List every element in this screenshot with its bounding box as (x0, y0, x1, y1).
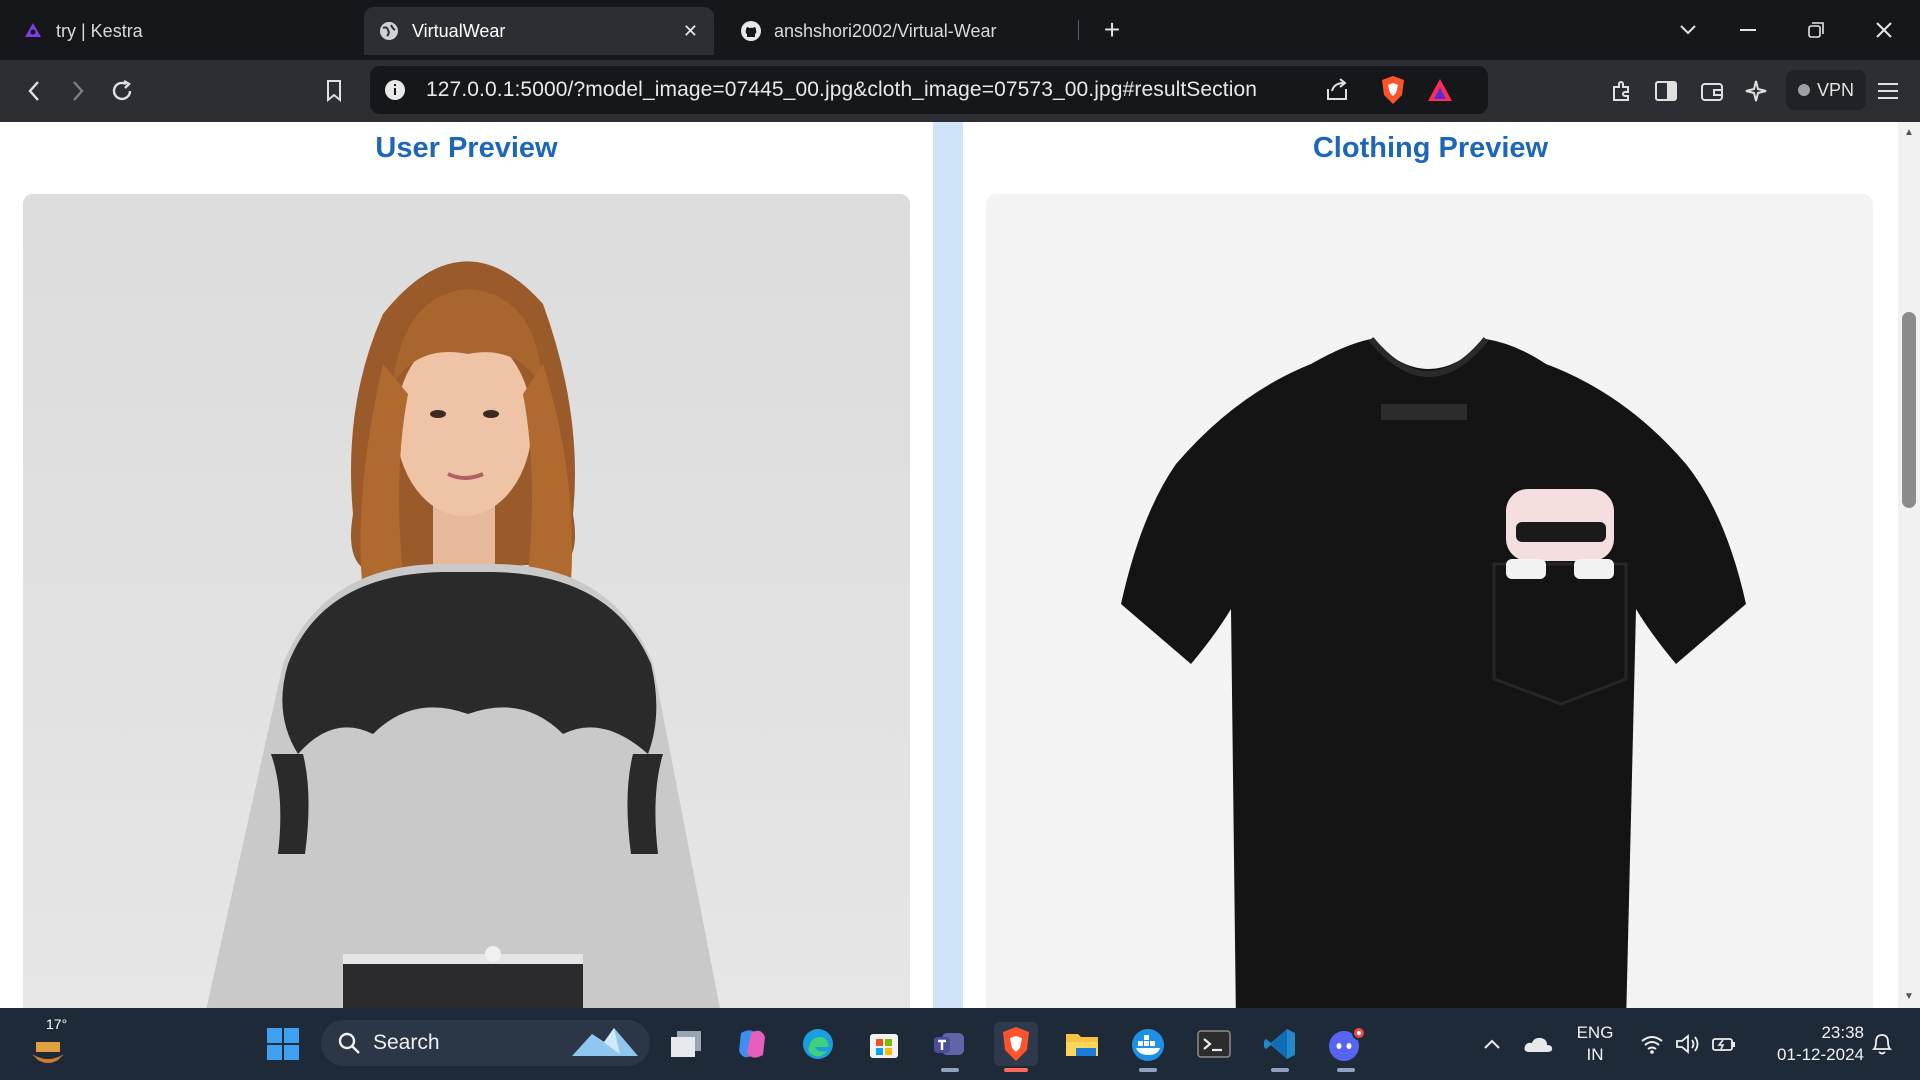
url-text[interactable]: 127.0.0.1:5000/?model_image=07445_00.jpg… (426, 66, 1257, 114)
user-model-image (23, 194, 910, 1008)
language-code: ENG (1576, 1023, 1614, 1042)
column-divider (933, 122, 963, 1008)
new-tab-button[interactable]: + (1094, 12, 1130, 48)
back-icon[interactable] (16, 73, 52, 109)
clock-time: 23:38 (1821, 1023, 1864, 1042)
site-info-icon[interactable] (384, 79, 406, 106)
share-icon[interactable] (1324, 77, 1350, 108)
extensions-icon[interactable] (1604, 73, 1640, 109)
weather-temp: 17° (46, 1016, 68, 1032)
clock[interactable]: 23:38 01-12-2024 (1758, 1022, 1864, 1066)
copilot-icon[interactable] (730, 1022, 774, 1066)
reload-icon[interactable] (104, 73, 140, 109)
battery-icon[interactable] (1702, 1022, 1746, 1066)
tab-search-chevron-icon[interactable] (1660, 0, 1716, 60)
user-preview-title: User Preview (375, 132, 558, 164)
show-hidden-icons-chevron-icon[interactable] (1470, 1022, 1514, 1066)
search-icon (337, 1031, 361, 1055)
taskbar: 17° Search ENG IN 23:38 01-12-2024 (0, 1008, 1920, 1080)
edge-icon[interactable] (796, 1022, 840, 1066)
github-icon (740, 20, 762, 42)
clothing-preview-title: Clothing Preview (1312, 132, 1549, 164)
taskbar-search[interactable]: Search (321, 1020, 650, 1066)
discord-icon[interactable] (1324, 1022, 1368, 1072)
brave-browser-icon[interactable] (994, 1022, 1038, 1072)
search-placeholder: Search (373, 1031, 440, 1054)
weather-widget[interactable]: 17° (24, 1016, 70, 1068)
vpn-button[interactable]: VPN (1786, 70, 1867, 110)
address-bar[interactable]: 127.0.0.1:5000/?model_image=07445_00.jpg… (370, 66, 1488, 114)
running-indicator (1139, 1068, 1157, 1072)
tab-strip: try | Kestra VirtualWear ✕ anshshori2002… (0, 0, 1920, 60)
onedrive-icon[interactable] (1516, 1022, 1560, 1066)
tab-kestra[interactable]: try | Kestra (8, 7, 358, 55)
bookmark-icon[interactable] (316, 73, 352, 109)
vpn-label: VPN (1817, 79, 1855, 100)
menu-icon[interactable] (1870, 73, 1906, 109)
language-indicator[interactable]: ENG IN (1570, 1022, 1620, 1066)
close-tab-icon[interactable]: ✕ (683, 21, 698, 42)
forward-icon[interactable] (60, 73, 96, 109)
microsoft-store-icon[interactable] (862, 1022, 906, 1066)
running-indicator (1337, 1068, 1355, 1072)
restore-icon[interactable] (1788, 0, 1844, 60)
scroll-up-icon[interactable]: ▲ (1902, 126, 1916, 140)
running-indicator (1271, 1068, 1289, 1072)
teams-icon[interactable] (928, 1022, 972, 1072)
clothing-image (986, 194, 1873, 1008)
minimize-icon[interactable] (1720, 0, 1776, 60)
brave-rewards-icon[interactable] (1426, 77, 1454, 108)
file-explorer-icon[interactable] (1060, 1022, 1104, 1066)
browser-toolbar: 127.0.0.1:5000/?model_image=07445_00.jpg… (0, 60, 1920, 122)
language-region: IN (1586, 1045, 1604, 1064)
search-highlight-icon (570, 1024, 640, 1068)
notifications-icon[interactable] (1860, 1022, 1904, 1066)
close-window-icon[interactable] (1856, 0, 1912, 60)
tab-github[interactable]: anshshori2002/Virtual-Wear (726, 7, 1076, 55)
vpn-status-icon (1798, 84, 1810, 96)
vscode-icon[interactable] (1258, 1022, 1302, 1072)
scroll-down-icon[interactable]: ▼ (1902, 990, 1916, 1004)
running-indicator (1004, 1068, 1028, 1072)
page-scrollbar[interactable]: ▲ ▼ (1898, 122, 1920, 1008)
leo-ai-icon[interactable] (1738, 73, 1774, 109)
terminal-icon[interactable] (1192, 1022, 1236, 1066)
running-indicator (941, 1068, 959, 1072)
tab-virtualwear[interactable]: VirtualWear ✕ (364, 7, 714, 55)
wallet-icon[interactable] (1694, 73, 1730, 109)
clock-date: 01-12-2024 (1777, 1045, 1864, 1064)
globe-icon (378, 20, 400, 42)
tab-title: VirtualWear (412, 20, 506, 41)
tab-title: anshshori2002/Virtual-Wear (774, 20, 997, 41)
task-view-icon[interactable] (664, 1022, 708, 1066)
sidebar-icon[interactable] (1648, 73, 1684, 109)
kestra-icon (22, 20, 44, 42)
tab-separator (1078, 20, 1079, 40)
docker-icon[interactable] (1126, 1022, 1170, 1072)
start-icon[interactable] (261, 1022, 305, 1066)
page-viewport: User Preview Clothing Preview (0, 122, 1898, 1008)
tab-title: try | Kestra (56, 20, 143, 41)
brave-shields-icon[interactable] (1380, 75, 1406, 110)
scroll-thumb[interactable] (1902, 312, 1916, 508)
